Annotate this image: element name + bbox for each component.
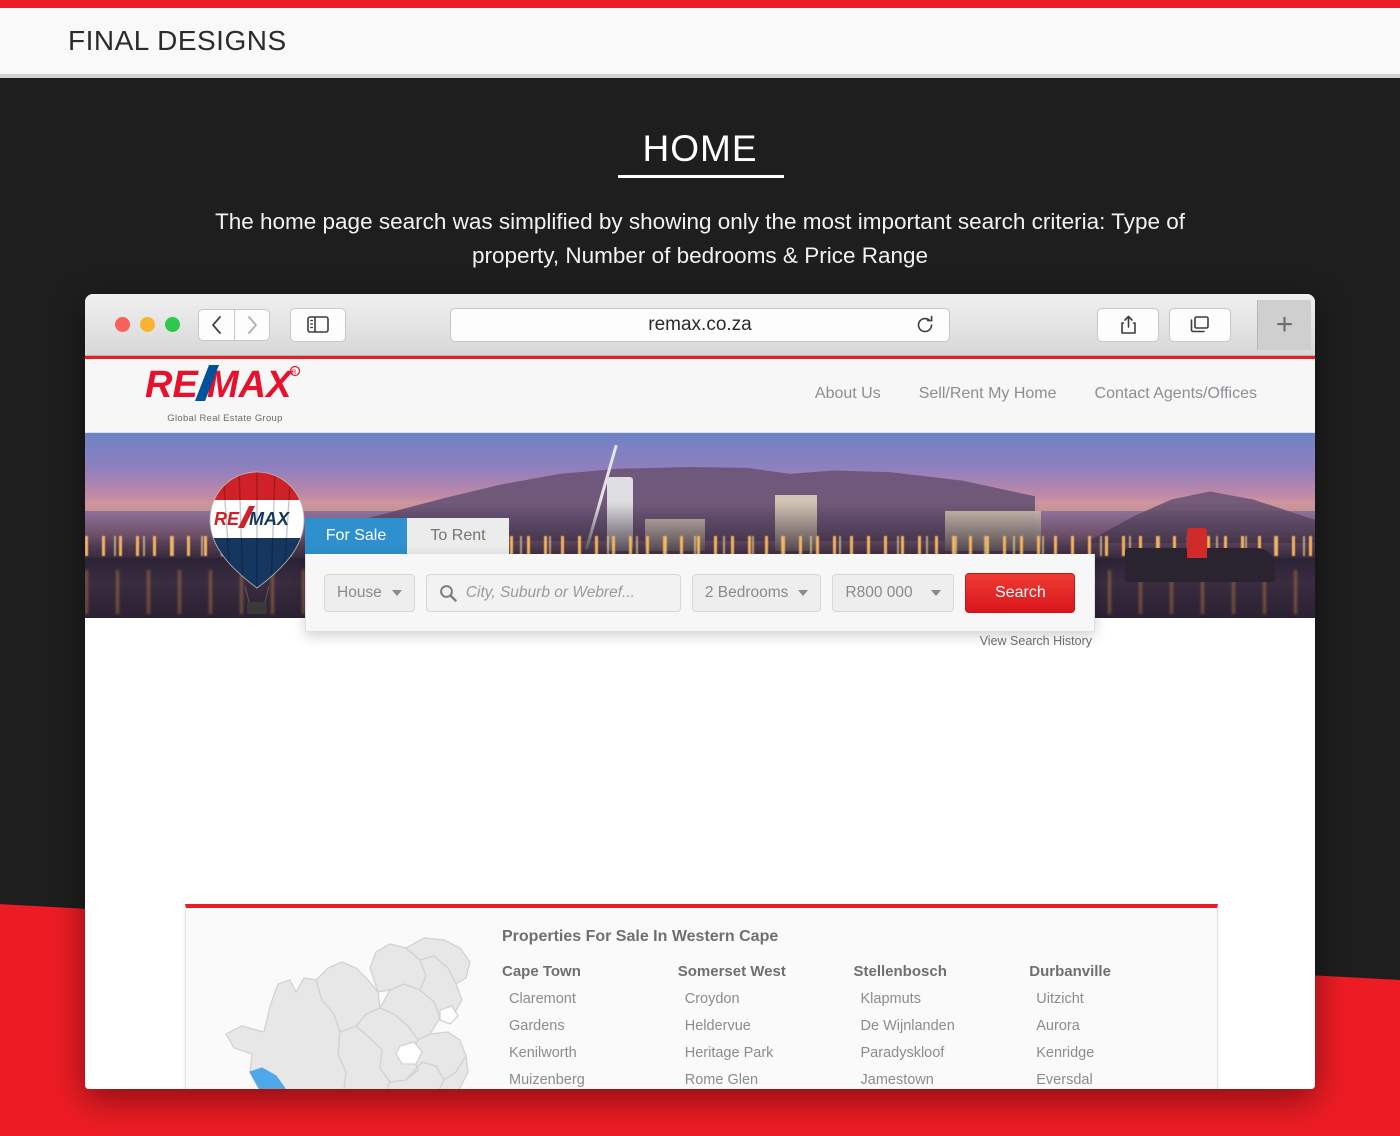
suburb-link[interactable]: Jamestown [854, 1072, 1030, 1088]
suburb-link[interactable]: Kenilworth [502, 1045, 678, 1061]
chevron-right-icon [247, 315, 257, 334]
suburb-link[interactable]: Aurora [1029, 1018, 1205, 1034]
properties-column-cape-town: Cape Town Claremont Gardens Kenilworth M… [502, 963, 678, 1089]
location-search-placeholder: City, Suburb or Webref... [465, 583, 635, 601]
chevron-down-icon [798, 589, 809, 596]
reload-icon [917, 315, 933, 333]
properties-columns: Cape Town Claremont Gardens Kenilworth M… [502, 963, 1205, 1089]
chevron-down-icon [931, 589, 942, 596]
site-navbar: RE MAX R Global Real Estate Group About … [85, 359, 1315, 433]
south-africa-map[interactable] [204, 922, 504, 1089]
location-search-input[interactable]: City, Suburb or Webref... [425, 573, 681, 612]
slide-title-underline [618, 175, 784, 178]
suburb-link[interactable]: De Wijnlanden [854, 1018, 1030, 1034]
properties-column-durbanville: Durbanville Uitzicht Aurora Kenridge Eve… [1029, 963, 1205, 1089]
tab-to-rent[interactable]: To Rent [407, 518, 509, 554]
column-title: Somerset West [677, 963, 786, 980]
tabs-icon [1190, 316, 1209, 333]
properties-body: Properties For Sale In Western Cape Cape… [502, 928, 1205, 1089]
bedrooms-value: 2 Bedrooms [704, 583, 789, 601]
column-title: Cape Town [502, 963, 581, 980]
remax-hot-air-balloon: RE MAX [205, 470, 309, 620]
browser-toolbar: remax.co.za + [85, 294, 1315, 356]
suburb-link[interactable]: Klapmuts [854, 991, 1030, 1007]
zoom-window-button[interactable] [165, 317, 180, 332]
svg-text:MAX: MAX [249, 509, 290, 529]
suburb-link[interactable]: Claremont [502, 991, 678, 1007]
nav-link-sell-rent-my-home[interactable]: Sell/Rent My Home [919, 385, 1057, 403]
suburb-link[interactable]: Gardens [502, 1018, 678, 1034]
price-value: R800 000 [845, 583, 913, 601]
properties-heading: Properties For Sale In Western Cape [502, 928, 779, 945]
remax-logo-icon: RE MAX R [145, 364, 301, 406]
svg-text:MAX: MAX [207, 365, 294, 406]
website-content: RE MAX R Global Real Estate Group About … [85, 356, 1315, 1089]
svg-text:RE: RE [214, 509, 240, 529]
suburb-link[interactable]: Kenridge [1029, 1045, 1205, 1061]
column-title: Stellenbosch [853, 963, 947, 980]
share-icon [1120, 315, 1136, 334]
share-button[interactable] [1097, 308, 1159, 342]
bedrooms-select[interactable]: 2 Bedrooms [691, 573, 822, 612]
nav-link-contact-agents-offices[interactable]: Contact Agents/Offices [1095, 385, 1257, 403]
remax-logo-tagline: Global Real Estate Group [167, 413, 283, 424]
address-bar[interactable]: remax.co.za [450, 308, 950, 342]
reload-button[interactable] [905, 308, 945, 342]
browser-window: remax.co.za + RE MAX R Global Real Estat… [85, 294, 1315, 1089]
search-button[interactable]: Search [965, 572, 1076, 613]
site-nav-links: About Us Sell/Rent My Home Contact Agent… [815, 385, 1257, 403]
property-type-value: House [337, 583, 382, 601]
search-icon [439, 584, 457, 602]
search-tabs: For Sale To Rent [305, 518, 509, 554]
back-button[interactable] [198, 308, 234, 341]
suburb-link[interactable]: Muizenberg [502, 1072, 678, 1088]
suburb-link[interactable]: Eversdal [1029, 1072, 1205, 1088]
hero-tugboat-funnel [1187, 528, 1207, 558]
nav-link-about-us[interactable]: About Us [815, 385, 881, 403]
new-tab-button[interactable]: + [1257, 300, 1311, 350]
properties-column-somerset-west: Somerset West Croydon Heldervue Heritage… [678, 963, 854, 1089]
svg-text:R: R [292, 370, 297, 376]
window-traffic-lights [115, 317, 180, 332]
forward-button[interactable] [234, 308, 270, 341]
toolbar-right-buttons [1097, 308, 1231, 342]
suburb-link[interactable]: Croydon [678, 991, 854, 1007]
price-select[interactable]: R800 000 [832, 573, 955, 612]
search-panel: House City, Suburb or Webref... 2 Bedroo… [305, 554, 1095, 648]
show-sidebar-button[interactable] [290, 307, 346, 342]
slide-stage: HOME The home page search was simplified… [0, 82, 1400, 1136]
suburb-link[interactable]: Paradyskloof [854, 1045, 1030, 1061]
chevron-left-icon [212, 315, 221, 334]
top-accent-bar [0, 0, 1400, 8]
slide-title: HOME [642, 128, 758, 169]
navigation-buttons [198, 308, 270, 341]
sidebar-icon [307, 316, 329, 333]
presentation-header-title: FINAL DESIGNS [68, 25, 287, 56]
svg-text:RE: RE [145, 365, 199, 406]
view-search-history-link[interactable]: View Search History [980, 634, 1092, 648]
property-type-select[interactable]: House [324, 573, 415, 612]
address-bar-url: remax.co.za [648, 314, 752, 335]
suburb-link[interactable]: Heldervue [678, 1018, 854, 1034]
close-window-button[interactable] [115, 317, 130, 332]
column-title: Durbanville [1029, 963, 1111, 980]
properties-column-stellenbosch: Stellenbosch Klapmuts De Wijnlanden Para… [854, 963, 1030, 1089]
remax-logo[interactable]: RE MAX R Global Real Estate Group [145, 364, 305, 424]
show-all-tabs-button[interactable] [1169, 308, 1231, 342]
tab-for-sale[interactable]: For Sale [305, 518, 407, 554]
minimize-window-button[interactable] [140, 317, 155, 332]
suburb-link[interactable]: Heritage Park [678, 1045, 854, 1061]
properties-card: Properties For Sale In Western Cape Cape… [185, 904, 1218, 1089]
presentation-header: FINAL DESIGNS [0, 8, 1400, 78]
suburb-link[interactable]: Rome Glen [678, 1072, 854, 1088]
slide-description: The home page search was simplified by s… [214, 209, 1186, 268]
hot-air-balloon-icon: RE MAX [209, 471, 305, 614]
suburb-link[interactable]: Uitzicht [1029, 991, 1205, 1007]
chevron-down-icon [391, 589, 402, 596]
